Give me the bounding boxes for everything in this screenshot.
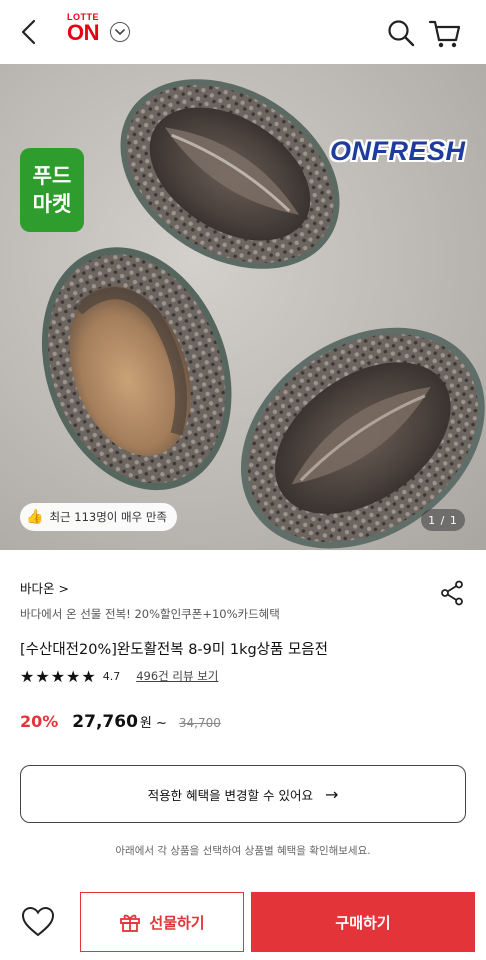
change-benefit-button[interactable]: 적용한 혜택을 변경할 수 있어요 → [20, 765, 466, 823]
bottom-action-bar: 선물하기 구매하기 [0, 890, 486, 960]
share-icon[interactable] [440, 580, 464, 606]
price-row: 20% 27,760 원 ~ 34,700 [20, 712, 221, 736]
arrow-right-icon: → [325, 784, 339, 804]
chevron-down-icon[interactable] [110, 22, 130, 42]
store-link[interactable]: 바다온 > [20, 578, 69, 597]
rating-row: ★★★★★ 4.7 496건 리뷰 보기 [20, 666, 218, 686]
promo-text: 바다에서 온 선물 전복! 20%할인쿠폰+10%카드혜택 [20, 607, 280, 621]
heart-icon[interactable] [20, 904, 56, 940]
logo-main-text: ON [67, 20, 100, 45]
store-name: 바다온 [20, 581, 55, 596]
gift-button-label: 선물하기 [149, 913, 205, 932]
benefit-button-label: 적용한 혜택을 변경할 수 있어요 [147, 787, 313, 803]
chevron-right-icon: > [58, 581, 69, 596]
star-rating-icon: ★★★★★ [20, 666, 97, 686]
gift-button[interactable]: 선물하기 [80, 892, 244, 952]
gift-icon [120, 914, 141, 932]
badge-line-1: 푸드 [32, 164, 72, 188]
product-image[interactable]: 푸드 마켓 ONFRESH [0, 64, 486, 550]
product-title: [수산대전20%]완도활전복 8-9미 1kg상품 모음전 [20, 642, 328, 658]
review-link[interactable]: 496건 리뷰 보기 [136, 668, 218, 684]
sale-price: 27,760 [72, 712, 138, 732]
search-icon[interactable] [386, 18, 416, 48]
discount-rate: 20% [20, 712, 59, 731]
satisfaction-badge: 👍 최근 113명이 매우 만족 [20, 503, 177, 531]
badge-line-2: 마켓 [32, 192, 72, 216]
satisfaction-text: 최근 113명이 매우 만족 [49, 510, 167, 524]
back-arrow-icon[interactable] [14, 16, 46, 48]
food-market-badge: 푸드 마켓 [20, 148, 84, 232]
top-header: LOTTE ON [0, 0, 486, 64]
lotte-on-logo[interactable]: LOTTE ON [60, 12, 106, 52]
buy-button[interactable]: 구매하기 [251, 892, 475, 952]
rating-score: 4.7 [102, 669, 121, 683]
image-pager: 1 / 1 [421, 509, 465, 531]
benefit-note: 아래에서 각 상품을 선택하여 상품별 혜택을 확인해보세요. [115, 845, 371, 857]
thumbs-up-icon: 👍 [26, 509, 44, 525]
original-price: 34,700 [178, 716, 221, 730]
cart-icon[interactable] [428, 18, 462, 50]
onfresh-brand-tag: ONFRESH [330, 136, 466, 166]
price-suffix: 원 ~ [139, 716, 167, 731]
